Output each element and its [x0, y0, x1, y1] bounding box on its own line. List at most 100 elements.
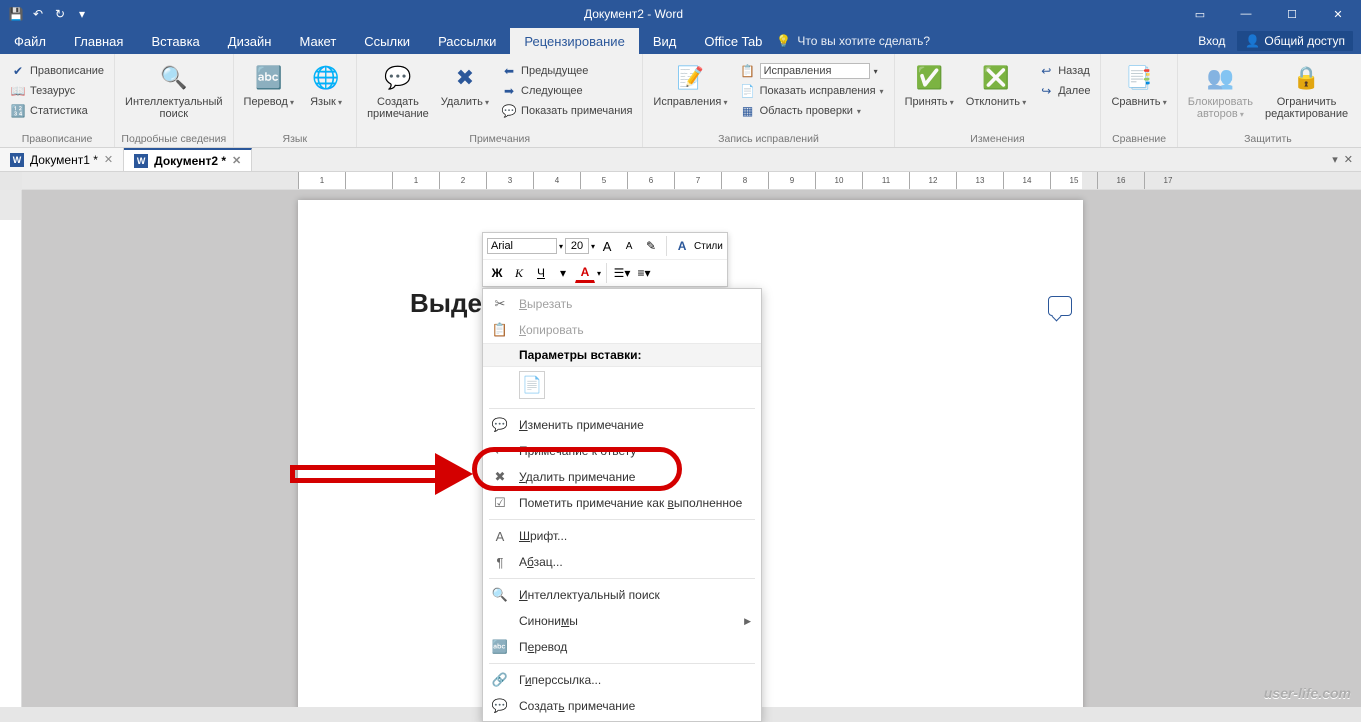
save-icon[interactable]: 💾	[8, 6, 24, 22]
font-family-select[interactable]: Arial	[487, 238, 557, 254]
bulb-icon: 💡	[776, 34, 791, 48]
maximize-button[interactable]: ☐	[1269, 0, 1315, 28]
redo-icon[interactable]: ↻	[52, 6, 68, 22]
reviewing-pane-button[interactable]: ▦Область проверки	[738, 102, 886, 120]
comment-balloon-icon[interactable]	[1048, 296, 1072, 316]
group-tracking: 📝Исправления 📋Исправления▾ 📄Показать исп…	[643, 54, 894, 147]
chevron-right-icon: ▶	[744, 616, 751, 627]
tab-insert[interactable]: Вставка	[137, 28, 213, 54]
compare-button[interactable]: 📑Сравнить	[1105, 60, 1172, 111]
styles-label[interactable]: Стили	[694, 241, 723, 252]
thesaurus-button[interactable]: 📖Тезаурус	[8, 82, 106, 100]
ctx-new-comment[interactable]: 💬Создать примечание	[483, 693, 761, 719]
italic-button[interactable]: К	[509, 263, 529, 283]
ctx-edit-comment[interactable]: 💬Изменить примечание	[483, 412, 761, 438]
grow-font-button[interactable]: A	[597, 236, 617, 256]
group-label-insights: Подробные сведения	[119, 131, 228, 147]
tab-references[interactable]: Ссылки	[350, 28, 424, 54]
close-tab-icon[interactable]: ✕	[104, 153, 113, 166]
document-tab-2[interactable]: WДокумент2 *✕	[124, 148, 252, 171]
spelling-button[interactable]: ✔Правописание	[8, 62, 106, 80]
title-bar: 💾 ↶ ↻ ▾ Документ2 - Word ▭ — ☐ ✕	[0, 0, 1361, 28]
ctx-paste-options: 📄	[483, 367, 761, 405]
reject-icon: ❎	[980, 62, 1012, 94]
ctx-paragraph[interactable]: ¶Абзац...	[483, 549, 761, 575]
tell-me-search[interactable]: 💡Что вы хотите сделать?	[776, 28, 930, 54]
group-label-tracking: Запись исправлений	[647, 131, 889, 147]
document-tab-1[interactable]: WДокумент1 *✕	[0, 148, 124, 171]
bold-button[interactable]: Ж	[487, 263, 507, 283]
close-all-icon[interactable]: ✕	[1344, 153, 1353, 166]
ctx-mark-done[interactable]: ☑Пометить примечание как выполненное	[483, 490, 761, 516]
ctx-smart-lookup[interactable]: 🔍Интеллектуальный поиск	[483, 582, 761, 608]
previous-comment-button[interactable]: ⬅Предыдущее	[499, 62, 634, 80]
show-comments-button[interactable]: 💬Показать примечания	[499, 102, 634, 120]
tab-office-tab[interactable]: Office Tab	[690, 28, 776, 54]
tab-design[interactable]: Дизайн	[214, 28, 286, 54]
language-button[interactable]: 🌐Язык	[300, 60, 352, 111]
translate-icon: 🔤	[253, 62, 285, 94]
new-comment-button[interactable]: 💬Создать примечание	[361, 60, 435, 122]
ctx-cut[interactable]: ✂Вырезать	[483, 291, 761, 317]
tab-file[interactable]: Файл	[0, 28, 60, 54]
sign-in-link[interactable]: Вход	[1198, 34, 1225, 48]
annotation-arrow	[290, 455, 480, 493]
tab-layout[interactable]: Макет	[285, 28, 350, 54]
underline-button[interactable]: Ч	[531, 263, 551, 283]
show-markup-button[interactable]: 📄Показать исправления	[738, 82, 886, 100]
group-compare: 📑Сравнить Сравнение	[1101, 54, 1177, 147]
group-insights: 🔍 Интеллектуальный поиск Подробные сведе…	[115, 54, 233, 147]
tab-home[interactable]: Главная	[60, 28, 137, 54]
delete-comment-button[interactable]: ✖Удалить	[435, 60, 495, 111]
undo-icon[interactable]: ↶	[30, 6, 46, 22]
check-icon: ☑	[491, 494, 509, 512]
group-changes: ✅Принять ❎Отклонить ↩Назад ↪Далее Измене…	[895, 54, 1102, 147]
translate-button[interactable]: 🔤Перевод	[238, 60, 301, 111]
ctx-copy[interactable]: 📋Копировать	[483, 317, 761, 343]
track-changes-button[interactable]: 📝Исправления	[647, 60, 733, 111]
ribbon-display-options-icon[interactable]: ▭	[1177, 0, 1223, 28]
bullets-button[interactable]: ☰▾	[612, 263, 632, 283]
styles-button[interactable]: A	[672, 236, 692, 256]
numbering-button[interactable]: ≡▾	[634, 263, 654, 283]
ctx-synonyms[interactable]: Синонимы▶	[483, 608, 761, 634]
tab-menu-icon[interactable]: ▾	[1332, 153, 1338, 166]
smart-lookup-button[interactable]: 🔍 Интеллектуальный поиск	[119, 60, 228, 122]
minimize-button[interactable]: —	[1223, 0, 1269, 28]
ctx-translate[interactable]: 🔤Перевод	[483, 634, 761, 660]
next-change-button[interactable]: ↪Далее	[1036, 82, 1092, 100]
reject-button[interactable]: ❎Отклонить	[960, 60, 1032, 111]
comment-new-icon: 💬	[491, 697, 509, 715]
prev-change-button[interactable]: ↩Назад	[1036, 62, 1092, 80]
block-authors-button[interactable]: 👥Блокировать авторов	[1182, 60, 1259, 123]
tab-view[interactable]: Вид	[639, 28, 691, 54]
link-icon: 🔗	[491, 671, 509, 689]
group-label-changes: Изменения	[899, 131, 1097, 147]
tab-review[interactable]: Рецензирование	[510, 28, 638, 54]
pencil-page-icon: 📝	[675, 62, 707, 94]
next-comment-button[interactable]: ➡Следующее	[499, 82, 634, 100]
highlight-button[interactable]: ▾	[553, 263, 573, 283]
format-painter-button[interactable]: ✎	[641, 236, 661, 256]
accept-button[interactable]: ✅Принять	[899, 60, 960, 111]
close-button[interactable]: ✕	[1315, 0, 1361, 28]
ribbon-tabs: Файл Главная Вставка Дизайн Макет Ссылки…	[0, 28, 1361, 54]
restrict-editing-button[interactable]: 🔒Ограничить редактирование	[1259, 60, 1354, 122]
paste-keep-source-icon[interactable]: 📄	[519, 371, 545, 399]
qat-customize-icon[interactable]: ▾	[74, 6, 90, 22]
horizontal-ruler[interactable]: 11234567891011121314151617	[22, 172, 1361, 190]
word-count-button[interactable]: 🔢Статистика	[8, 102, 106, 120]
close-tab-icon[interactable]: ✕	[232, 154, 241, 167]
share-button[interactable]: 👤Общий доступ	[1237, 31, 1353, 51]
ctx-font[interactable]: AШрифт...	[483, 523, 761, 549]
font-size-select[interactable]: 20	[565, 238, 589, 254]
shrink-font-button[interactable]: A	[619, 236, 639, 256]
person-icon: 👤	[1245, 34, 1260, 48]
vertical-ruler[interactable]	[0, 190, 22, 707]
font-icon: A	[491, 527, 509, 545]
tab-mailings[interactable]: Рассылки	[424, 28, 510, 54]
ctx-hyperlink[interactable]: 🔗Гиперссылка...	[483, 667, 761, 693]
display-for-review-select[interactable]: 📋Исправления▾	[738, 62, 886, 80]
comment-edit-icon: 💬	[491, 416, 509, 434]
font-color-button[interactable]: A	[575, 263, 595, 283]
